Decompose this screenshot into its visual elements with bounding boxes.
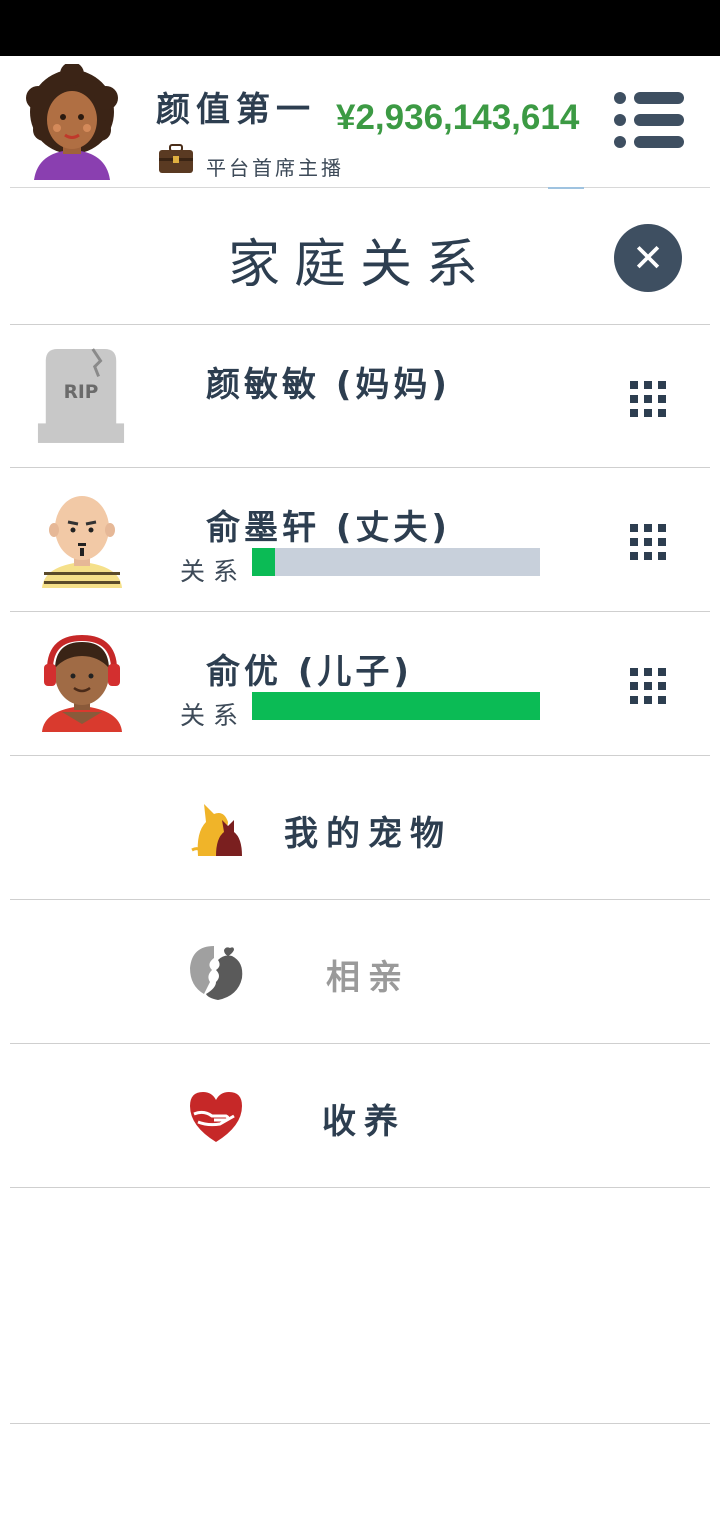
dating-button[interactable]: 相亲 [0, 900, 720, 1042]
briefcase-icon [159, 144, 193, 173]
relation-label: 关系 [180, 701, 247, 730]
headstone-icon: RIP [37, 348, 125, 443]
relation-bar-fill [252, 692, 540, 720]
adopt-label: 收养 [322, 1102, 406, 1142]
member-options-grid-icon[interactable] [630, 524, 666, 560]
close-icon: ✕ [632, 236, 664, 280]
my-pets-button[interactable]: 我的宠物 [0, 756, 720, 898]
divider [10, 1187, 710, 1188]
family-member-son: 俞优 (儿子) 关系 [0, 612, 720, 754]
adopt-button[interactable]: 收养 [0, 1044, 720, 1186]
menu-icon[interactable] [610, 90, 686, 150]
member-name: 俞优 (儿子) [206, 652, 413, 692]
relation-bar [252, 548, 540, 576]
player-avatar [26, 64, 118, 180]
pet-icon [191, 804, 242, 856]
member-options-grid-icon[interactable] [630, 668, 666, 704]
money-balance: ¥2,936,143,614 [336, 98, 580, 137]
my-pets-label: 我的宠物 [284, 814, 452, 854]
son-avatar [42, 634, 122, 732]
member-name: 俞墨轩 (丈夫) [206, 508, 451, 548]
husband-avatar [42, 496, 122, 588]
dating-label: 相亲 [326, 958, 410, 998]
status-bar [0, 0, 720, 56]
header-divider [10, 187, 710, 188]
relation-label: 关系 [180, 557, 247, 586]
member-name: 颜敏敏 (妈妈) [206, 365, 451, 405]
scroll-indicator [548, 187, 584, 189]
player-name: 颜值第一 [156, 90, 316, 130]
couple-kiss-icon [190, 946, 243, 1000]
relation-bar [252, 692, 540, 720]
player-header: 颜值第一 平台首席主播 ¥2,936,143,614 [0, 56, 720, 188]
member-options-grid-icon[interactable] [630, 381, 666, 417]
headstone-text: RIP [64, 382, 99, 403]
family-member-mother: RIP 颜敏敏 (妈妈) [0, 325, 720, 467]
job-title: 平台首席主播 [206, 156, 344, 180]
heart-hands-icon [190, 1092, 242, 1142]
bottom-divider [10, 1423, 710, 1424]
relation-bar-fill [252, 548, 276, 576]
close-button[interactable]: ✕ [614, 224, 682, 292]
page-title: 家庭关系 [227, 235, 492, 295]
family-member-husband: 俞墨轩 (丈夫) 关系 [0, 468, 720, 610]
